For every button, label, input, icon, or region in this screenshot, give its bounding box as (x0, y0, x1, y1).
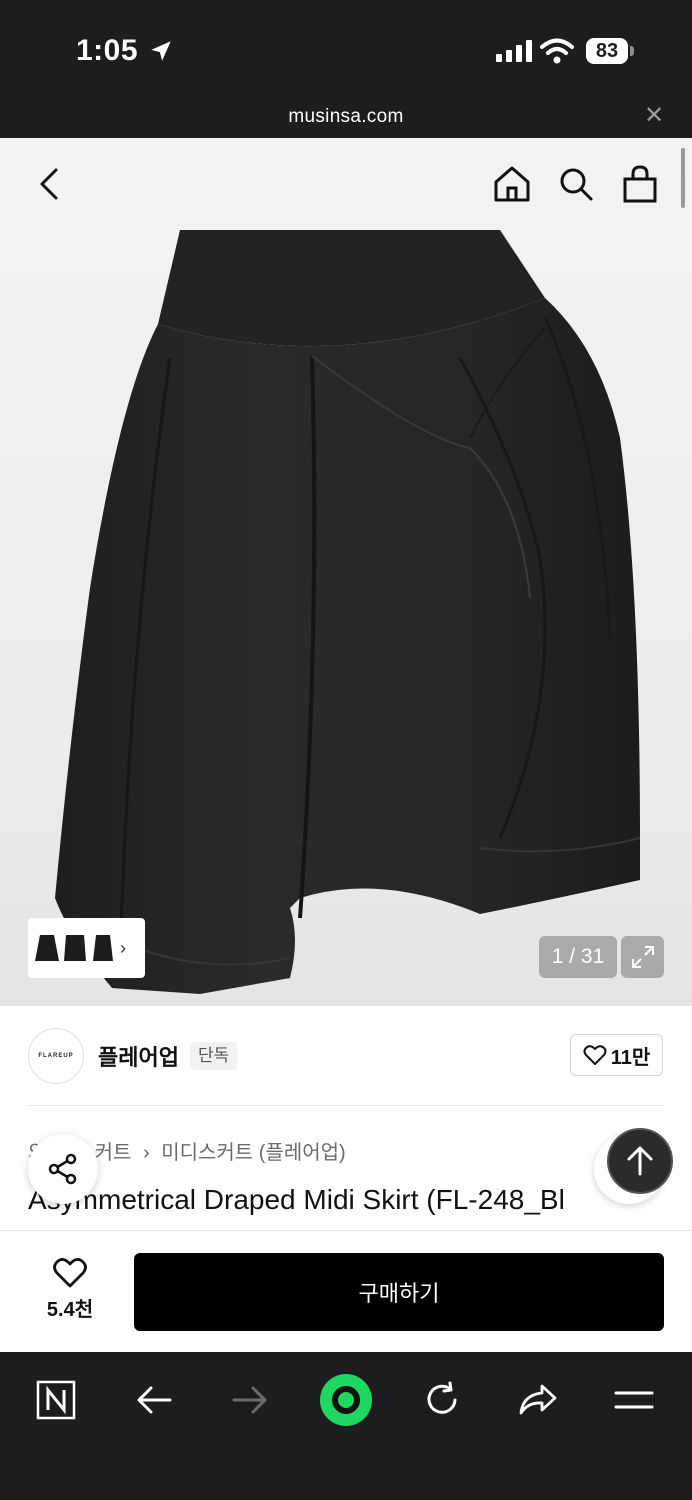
wishlist-button[interactable]: 5.4천 (28, 1253, 112, 1325)
thumbnail[interactable] (62, 926, 88, 970)
back-button[interactable] (26, 160, 74, 208)
status-time: 1:05 (76, 34, 139, 67)
chevron-left-icon (40, 168, 58, 200)
green-dot-button[interactable] (316, 1370, 376, 1430)
status-bar: 1:05 83 (0, 0, 692, 100)
buy-button[interactable]: 구매하기 (134, 1253, 664, 1331)
home-button[interactable] (488, 160, 536, 208)
expand-button[interactable] (621, 936, 664, 978)
search-icon (560, 168, 593, 201)
exclusive-badge: 단독 (190, 1042, 238, 1070)
battery-tip (630, 46, 634, 56)
menu-button[interactable] (604, 1370, 664, 1430)
naver-n-icon (36, 1380, 76, 1420)
hamburger-menu-icon (614, 1391, 654, 1409)
green-dot-icon (320, 1374, 372, 1426)
url-text[interactable]: musinsa.com (0, 106, 692, 128)
chevron-right-icon[interactable]: › (120, 938, 126, 959)
close-tab-icon[interactable]: ✕ (644, 104, 664, 128)
battery-level: 83 (586, 38, 628, 64)
divider (28, 1105, 664, 1106)
expand-icon (631, 946, 654, 968)
breadcrumb-item[interactable]: 미디스커트 (플레어업) (161, 1142, 345, 1164)
skirt-photo (55, 230, 641, 994)
arrow-right-icon (232, 1386, 267, 1414)
brand-like-button[interactable]: 11만 (570, 1034, 663, 1076)
location-arrow-icon (151, 41, 171, 61)
image-counter: 1 / 31 (539, 936, 617, 978)
brand-like-count: 11만 (610, 1046, 651, 1069)
arrow-left-icon (137, 1386, 172, 1414)
naver-button[interactable] (26, 1370, 86, 1430)
brand-name[interactable]: 플레어업 (98, 1040, 179, 1072)
wifi-icon (540, 38, 574, 64)
wishlist-count: 5.4천 (46, 1298, 94, 1321)
thumbnail-strip[interactable]: › (28, 918, 145, 978)
refresh-button[interactable] (412, 1370, 472, 1430)
purchase-bar: 5.4천 구매하기 (0, 1230, 692, 1352)
arrow-up-icon (627, 1146, 653, 1176)
url-bar[interactable]: musinsa.com ✕ (0, 100, 692, 138)
thumbnail[interactable] (90, 926, 116, 970)
search-button[interactable] (552, 160, 600, 208)
product-image[interactable]: › 1 / 31 (0, 138, 692, 1006)
heart-icon (583, 1045, 607, 1065)
share-page-button[interactable] (508, 1370, 568, 1430)
refresh-icon (427, 1381, 457, 1414)
brand-row: FLAREUP 플레어업 단독 11만 (0, 1006, 692, 1106)
cart-button[interactable] (616, 160, 664, 208)
shopping-bag-icon (623, 165, 657, 203)
share-button[interactable] (28, 1134, 98, 1204)
product-title: Asymmetrical Draped Midi Skirt (FL-248_B… (28, 1184, 565, 1215)
share-icon (48, 1153, 77, 1185)
scroll-indicator (681, 148, 685, 208)
cellular-signal-icon (496, 40, 532, 62)
home-icon (494, 166, 530, 202)
browser-forward-button[interactable] (220, 1370, 280, 1430)
breadcrumb-separator: › (142, 1142, 150, 1164)
browser-back-button[interactable] (124, 1370, 184, 1430)
brand-logo[interactable]: FLAREUP (28, 1028, 84, 1084)
web-page: › 1 / 31 FLAREUP 플레어업 단독 11만 의 › 스커트 › 미… (0, 138, 692, 1352)
heart-icon (53, 1257, 87, 1287)
thumbnail[interactable] (34, 926, 60, 970)
browser-toolbar (0, 1352, 692, 1500)
scroll-to-top-button[interactable] (607, 1128, 673, 1194)
share-arrow-icon (519, 1384, 557, 1415)
